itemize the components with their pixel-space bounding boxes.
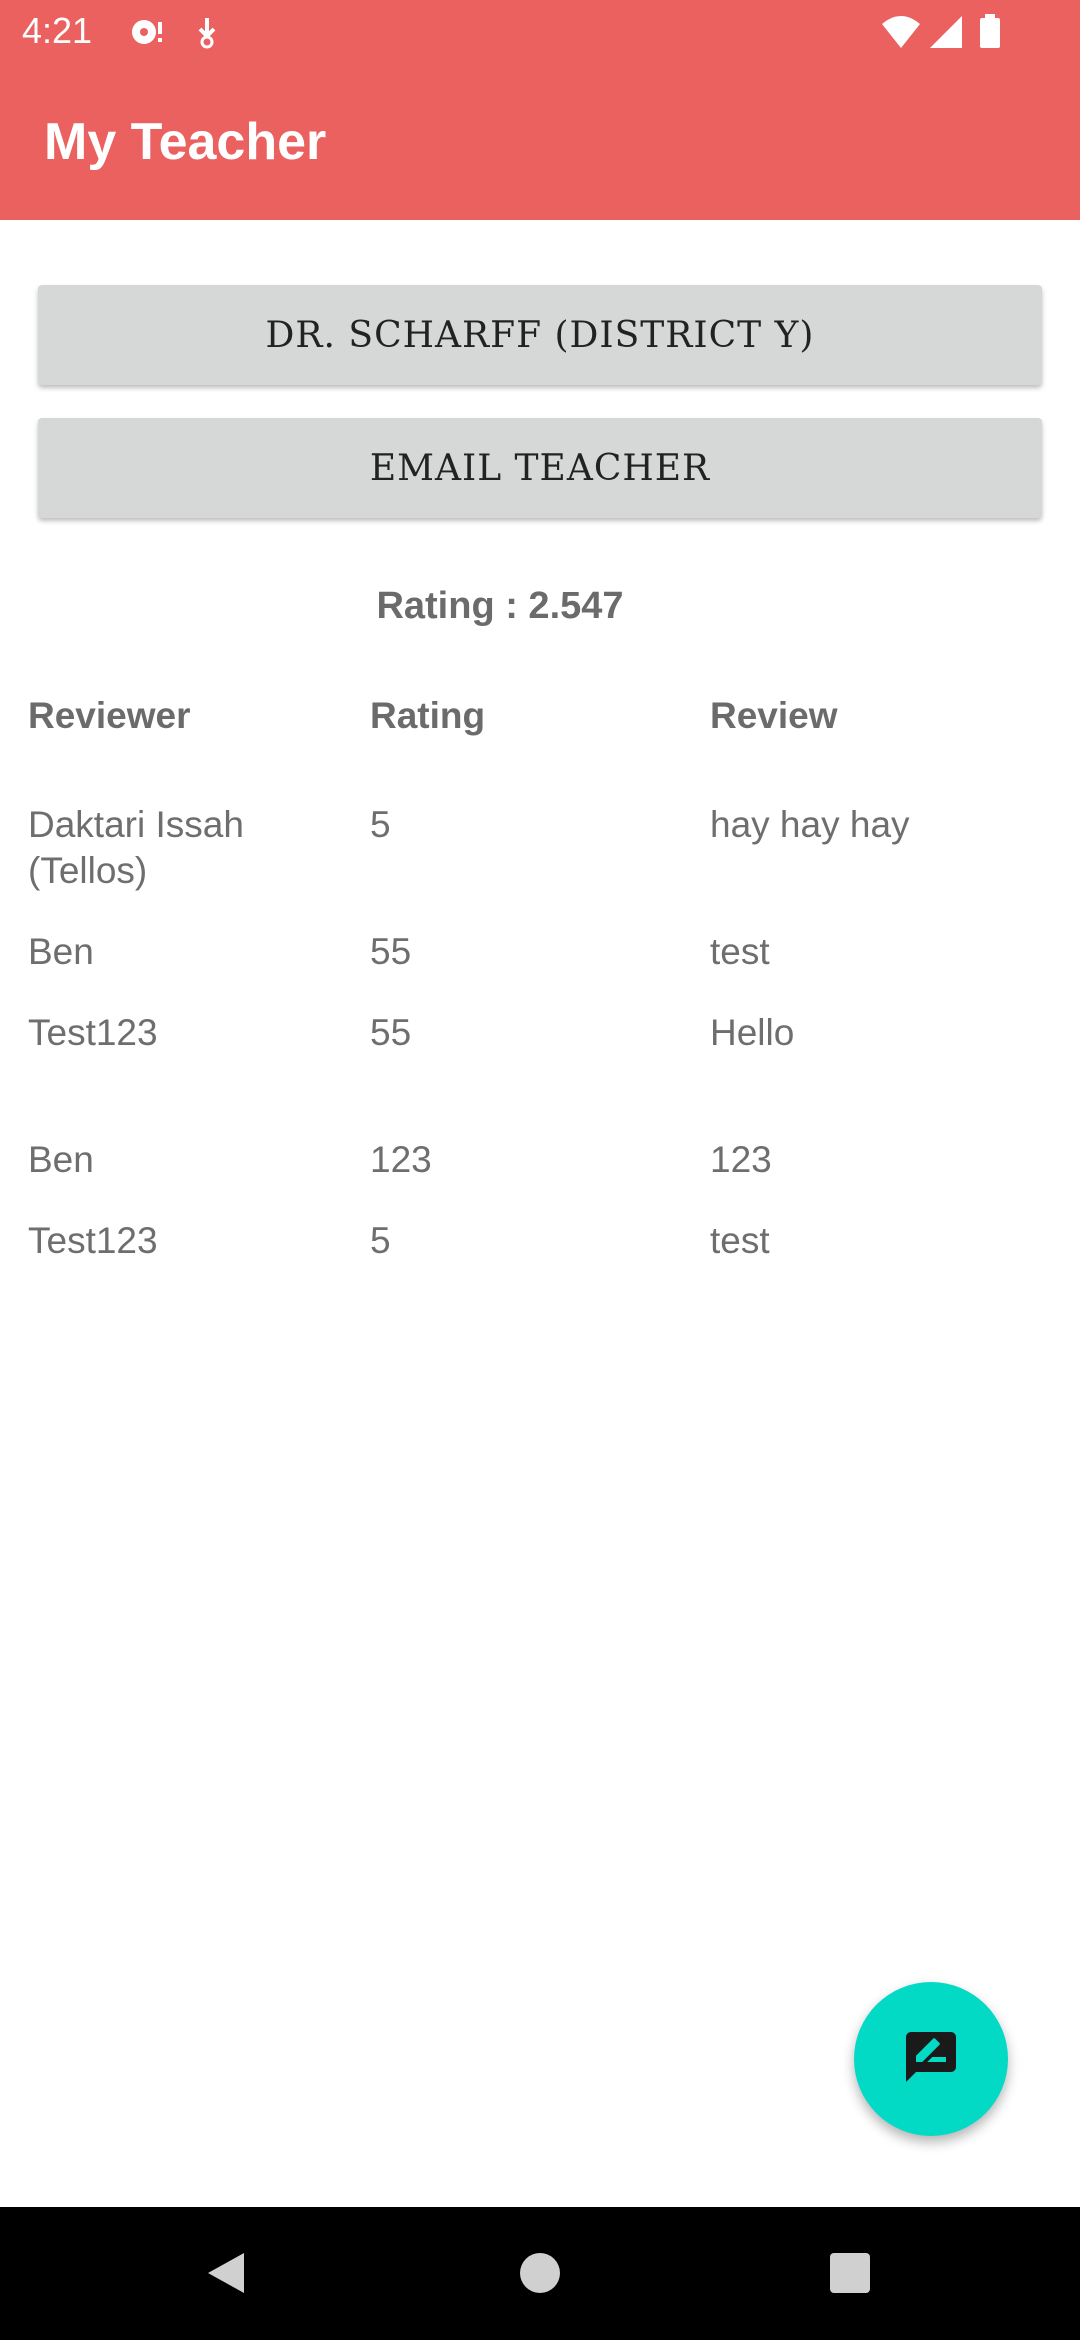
reviewer-cell: Daktari Issah (Tellos) xyxy=(28,804,244,891)
home-icon[interactable] xyxy=(518,2241,562,2310)
app-bar: 4:21 My Teacher xyxy=(0,0,1080,220)
review-cell: 123 xyxy=(710,1139,772,1180)
download-icon xyxy=(192,14,222,55)
nav-bar xyxy=(0,2207,1080,2340)
rating-cell: 55 xyxy=(370,1012,412,1053)
battery-icon xyxy=(978,14,1002,55)
rating-summary: Rating : 2.547 xyxy=(376,585,624,627)
review-cell: hay hay hay xyxy=(710,804,910,845)
rate-review-icon xyxy=(901,2027,961,2092)
rating-cell: 5 xyxy=(370,804,391,845)
back-icon[interactable] xyxy=(204,2241,248,2310)
review-cell: Hello xyxy=(710,1012,795,1053)
reviewer-cell: Test123 xyxy=(28,1012,158,1053)
teacher-button[interactable]: DR. SCHARFF (DISTRICT Y) xyxy=(38,285,1042,385)
rating-cell: 5 xyxy=(370,1220,391,1261)
recents-icon[interactable] xyxy=(828,2241,872,2310)
header-review: Review xyxy=(710,695,838,736)
status-bar: 4:21 xyxy=(0,0,1080,66)
email-teacher-button[interactable]: EMAIL TEACHER xyxy=(38,418,1042,518)
review-cell: test xyxy=(710,1220,770,1261)
sync-icon xyxy=(126,14,166,55)
header-reviewer: Reviewer xyxy=(28,695,191,736)
wifi-icon xyxy=(880,14,922,55)
header-rating: Rating xyxy=(370,695,486,736)
reviewer-cell: Ben xyxy=(28,1139,94,1180)
signal-icon xyxy=(928,14,964,55)
rating-cell: 123 xyxy=(370,1139,432,1180)
status-time: 4:21 xyxy=(22,10,93,51)
review-cell: test xyxy=(710,931,770,972)
reviewer-cell: Test123 xyxy=(28,1220,158,1261)
page-title: My Teacher xyxy=(44,113,327,171)
rating-cell: 55 xyxy=(370,931,412,972)
reviewer-cell: Ben xyxy=(28,931,94,972)
write-review-fab[interactable] xyxy=(854,1982,1008,2136)
